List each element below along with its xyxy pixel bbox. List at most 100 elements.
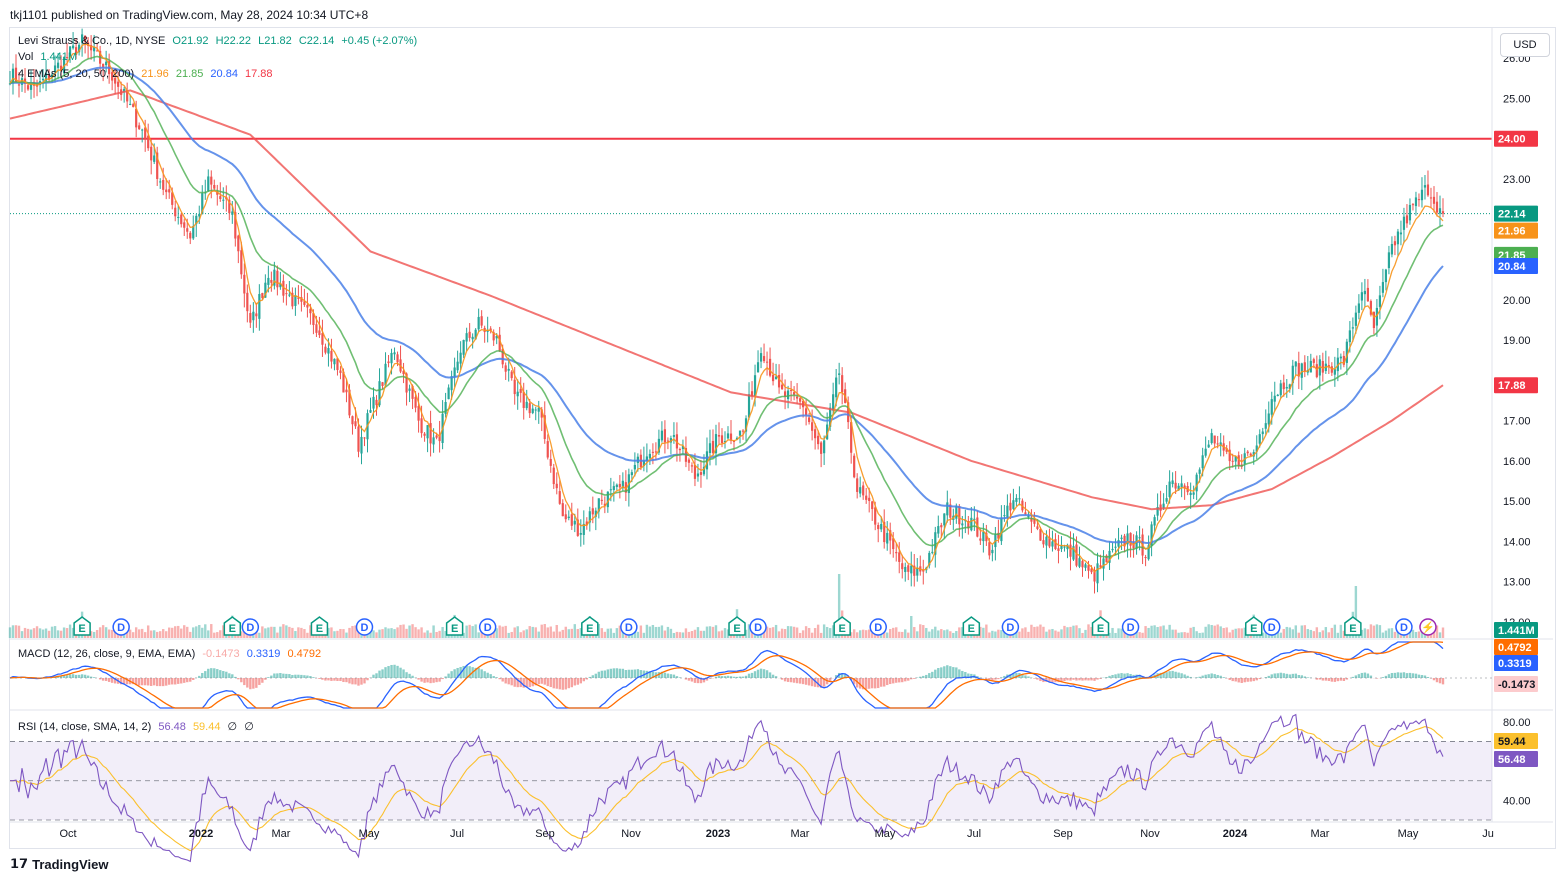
chart-canvas[interactable]: E D E D E D E D E D E D E D E D E D E D E D ⚡26.0025.0023.0020… [0, 0, 1565, 883]
volume-bar [955, 631, 958, 638]
volume-bar [32, 628, 36, 638]
ema20-line [9, 55, 1444, 558]
candle-body [1024, 512, 1027, 515]
rsi-legend[interactable]: RSI (14, close, SMA, 14, 2) 56.48 59.44 … [18, 720, 258, 733]
time-tick-label: Nov [1140, 828, 1160, 840]
macd-hist-bar [768, 672, 772, 678]
volume-bar [1117, 628, 1120, 638]
macd-hist-bar [1243, 678, 1246, 683]
macd-hist-bar [146, 678, 150, 686]
volume-bar [1048, 629, 1051, 638]
volume-bar [795, 627, 799, 638]
price-tick-label: 17.00 [1503, 416, 1531, 428]
macd-hist-bar [792, 678, 796, 683]
candle-body [462, 339, 465, 355]
candle-body [1276, 394, 1279, 397]
macd-hist-bar [312, 677, 315, 678]
candle-body [351, 416, 354, 425]
macd-hist-bar [486, 672, 489, 678]
macd-hist-bar [696, 678, 700, 684]
volume-bar [1297, 632, 1300, 638]
macd-hist-bar [612, 668, 616, 678]
macd-hist-bar [1327, 678, 1331, 681]
candle-body [1174, 482, 1177, 489]
candle-body [1411, 204, 1415, 206]
volume-bar [681, 632, 685, 638]
volume-bar [104, 627, 108, 638]
macd-hist-bar [1384, 675, 1388, 678]
volume-bar [300, 627, 303, 638]
footer-brand[interactable]: 𝟭𝟳 TradingView [10, 856, 108, 872]
volume-bar [41, 629, 45, 638]
macd-hist-bar [1210, 673, 1213, 678]
candle-body [1279, 383, 1282, 396]
candle-body [904, 566, 907, 573]
volume-bar [810, 632, 814, 638]
macd-hist-bar [1414, 673, 1418, 678]
volume-bar [1333, 624, 1337, 638]
candle-body [1117, 540, 1120, 547]
candle-body [531, 408, 534, 414]
symbol-label[interactable]: Levi Strauss & Co., 1D, NYSE [18, 35, 165, 47]
candle-body [189, 232, 192, 239]
candle-body [756, 362, 760, 373]
candle-body [1144, 557, 1147, 559]
volume-bar [20, 631, 24, 638]
volume-bar [1219, 626, 1222, 638]
volume-bar [531, 626, 534, 638]
macd-hist-bar [1285, 673, 1288, 678]
currency-button[interactable]: USD [1500, 33, 1550, 57]
volume-bar [1225, 627, 1228, 638]
volume-bar [804, 626, 808, 638]
volume-bar [549, 626, 552, 638]
macd-price-label: 0.4792 [1498, 642, 1532, 654]
candle-body [910, 565, 913, 574]
split-marker-label: ⚡ [1421, 621, 1435, 634]
volume-bar [465, 625, 468, 638]
volume-bar [570, 628, 573, 638]
macd-hist-bar [561, 678, 564, 690]
macd-hist-bar [1177, 672, 1180, 678]
macd-hist-bar [600, 670, 604, 678]
candle-body [360, 436, 363, 454]
candle-body [1282, 382, 1285, 390]
macd-hist-bar [958, 669, 961, 678]
macd-hist-bar [387, 666, 390, 678]
volume-bar [534, 627, 537, 638]
volume-legend[interactable]: Vol 1.441M [18, 51, 81, 63]
candle-body [354, 421, 357, 427]
macd-hist-bar [249, 678, 252, 690]
ema5-value: 21.96 [141, 68, 169, 80]
ema-legend[interactable]: 4 EMAs (5, 20, 50, 200) 21.96 21.85 20.8… [18, 68, 277, 80]
time-tick-label: 2022 [189, 828, 213, 840]
macd-hist-bar [1219, 675, 1222, 678]
macd-hist-bar [174, 678, 177, 685]
volume-bar [895, 627, 898, 638]
macd-hist-bar [1186, 675, 1189, 678]
macd-legend[interactable]: MACD (12, 26, close, 9, EMA, EMA) -0.147… [18, 648, 325, 660]
time-tick-label: 2023 [706, 828, 730, 840]
macd-hist-bar [783, 678, 787, 682]
volume-bar [336, 630, 339, 638]
volume-bar [333, 631, 336, 638]
macd-hist-bar [168, 678, 171, 685]
macd-hist-bar [621, 668, 625, 678]
volume-bar [1189, 627, 1192, 638]
volume-bar [693, 629, 697, 638]
candle-body [1210, 433, 1213, 444]
macd-hist-bar [1270, 674, 1273, 678]
volume-bar [913, 627, 916, 638]
macd-hist-bar [1066, 678, 1069, 681]
candle-body [1042, 540, 1045, 545]
volume-bar [1051, 628, 1054, 638]
time-tick-label: Ju [1482, 828, 1494, 840]
candle-body [615, 484, 618, 487]
macd-hist-bar [579, 678, 582, 684]
volume-bar [402, 624, 405, 638]
volume-bar [441, 627, 444, 638]
candle-body [519, 388, 522, 393]
dividend-marker-label: D [1127, 622, 1135, 634]
candle-body [306, 304, 309, 308]
volume-bar [131, 632, 135, 638]
candle-body [231, 211, 234, 215]
